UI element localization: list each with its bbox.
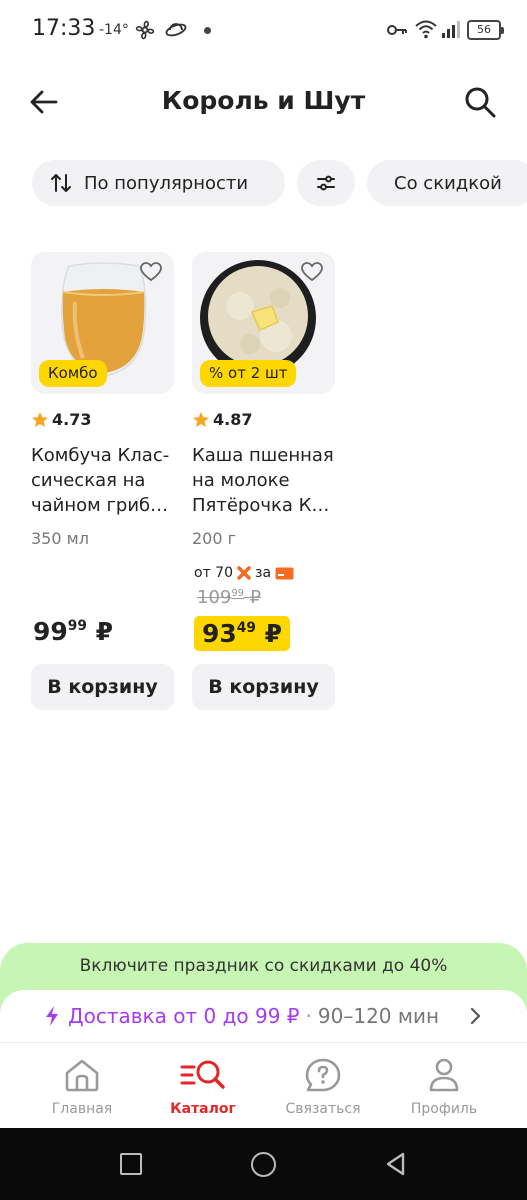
product-card[interactable]: % от 2 шт 4.87 Каша пшенная на молоке Пя… bbox=[192, 252, 335, 710]
delivery-info-bar[interactable]: Доставка от 0 до 99 ₽ · 90–120 мин bbox=[0, 990, 527, 1042]
filter-settings-button[interactable] bbox=[297, 160, 355, 206]
old-price: 10999 ₽ bbox=[197, 587, 261, 608]
home-icon bbox=[65, 1059, 99, 1092]
wifi-icon bbox=[415, 20, 437, 39]
product-image-porridge[interactable]: % от 2 шт bbox=[192, 252, 335, 394]
multi-buy-badge: % от 2 шт bbox=[200, 360, 297, 387]
fan-icon bbox=[135, 20, 155, 40]
nav-home-label: Главная bbox=[51, 1101, 113, 1117]
nav-catalog[interactable]: Каталог bbox=[148, 1057, 258, 1117]
discount-filter-chip[interactable]: Со скидкой bbox=[367, 160, 527, 206]
price-integer: 99 bbox=[33, 617, 68, 646]
bottom-navigation: Главная Каталог Связаться Профиль bbox=[0, 1042, 527, 1128]
old-price-fraction: 99 bbox=[231, 587, 244, 599]
product-price: 9999 ₽ bbox=[33, 617, 113, 646]
status-bar: 17:33 -14° 56 bbox=[0, 0, 527, 64]
favorite-heart-icon[interactable] bbox=[301, 262, 323, 282]
loyalty-promo: от 70 за bbox=[194, 565, 294, 581]
delivery-separator: · bbox=[305, 1004, 312, 1028]
delivery-price: Доставка от 0 до 99 ₽ bbox=[68, 1004, 300, 1028]
key-icon bbox=[387, 25, 407, 35]
sort-chip-label: По популярности bbox=[84, 172, 249, 194]
nav-catalog-label: Каталог bbox=[170, 1101, 236, 1117]
system-navigation-bar bbox=[0, 1128, 527, 1200]
promo-mid: за bbox=[255, 565, 272, 581]
notification-dot bbox=[204, 27, 211, 34]
battery-icon: 56 bbox=[467, 20, 504, 40]
discount-chip-label: Со скидкой bbox=[394, 172, 502, 194]
nav-profile[interactable]: Профиль bbox=[389, 1057, 499, 1117]
price-fraction: 49 bbox=[236, 620, 256, 637]
product-rating: 4.87 bbox=[192, 410, 252, 429]
chevron-right-icon bbox=[470, 1007, 481, 1025]
profile-icon bbox=[429, 1058, 459, 1092]
status-time: 17:33 bbox=[32, 16, 96, 41]
nav-home[interactable]: Главная bbox=[27, 1057, 137, 1117]
add-to-cart-button[interactable]: В корзину bbox=[31, 664, 174, 710]
signal-icon bbox=[442, 21, 460, 38]
help-chat-icon bbox=[305, 1058, 341, 1092]
combo-badge: Комбо bbox=[39, 360, 107, 387]
product-name[interactable]: Каша пшенная на молоке Пятёрочка К… bbox=[192, 443, 342, 518]
sort-arrows-icon bbox=[51, 174, 71, 192]
home-button-icon[interactable] bbox=[251, 1152, 276, 1177]
product-weight: 350 мл bbox=[31, 529, 89, 548]
product-name[interactable]: Комбуча Клас-сическая на чайном гриб… bbox=[31, 443, 181, 518]
currency: ₽ bbox=[264, 619, 283, 648]
rating-value: 4.73 bbox=[52, 410, 92, 429]
search-icon[interactable] bbox=[463, 85, 497, 119]
nav-profile-label: Профиль bbox=[410, 1101, 478, 1117]
status-temperature: -14° bbox=[99, 22, 129, 38]
nav-contact[interactable]: Связаться bbox=[268, 1057, 378, 1117]
currency: ₽ bbox=[249, 587, 262, 608]
price-fraction: 99 bbox=[67, 618, 87, 635]
sale-price: 9349 ₽ bbox=[194, 616, 291, 651]
delivery-time: 90–120 мин bbox=[317, 1004, 440, 1028]
promo-banner-text[interactable]: Включите праздник со скидками до 40% bbox=[0, 956, 527, 976]
satellite-icon bbox=[165, 23, 187, 37]
system-back-icon[interactable] bbox=[383, 1151, 409, 1177]
page-title: Король и Шут bbox=[161, 86, 366, 115]
product-weight: 200 г bbox=[192, 529, 237, 548]
product-rating: 4.73 bbox=[31, 410, 91, 429]
loyalty-card-icon bbox=[275, 567, 294, 579]
price-integer: 93 bbox=[202, 619, 237, 648]
add-to-cart-button[interactable]: В корзину bbox=[192, 664, 335, 710]
favorite-heart-icon[interactable] bbox=[140, 262, 162, 282]
recent-apps-icon[interactable] bbox=[120, 1153, 142, 1175]
old-price-integer: 109 bbox=[197, 587, 232, 608]
product-image-kombucha[interactable]: Комбо bbox=[31, 252, 174, 394]
catalog-search-icon bbox=[180, 1060, 225, 1089]
cross-icon bbox=[237, 566, 251, 580]
product-card[interactable]: Комбо 4.73 Комбуча Клас-сическая на чайн… bbox=[31, 252, 174, 710]
star-icon bbox=[32, 411, 48, 427]
sort-chip[interactable]: По популярности bbox=[32, 160, 285, 206]
currency: ₽ bbox=[95, 617, 114, 646]
star-icon bbox=[193, 411, 209, 427]
promo-prefix: от 70 bbox=[194, 565, 233, 581]
rating-value: 4.87 bbox=[213, 410, 253, 429]
lightning-icon bbox=[46, 1006, 58, 1026]
sliders-icon bbox=[317, 175, 335, 191]
nav-contact-label: Связаться bbox=[285, 1101, 361, 1117]
